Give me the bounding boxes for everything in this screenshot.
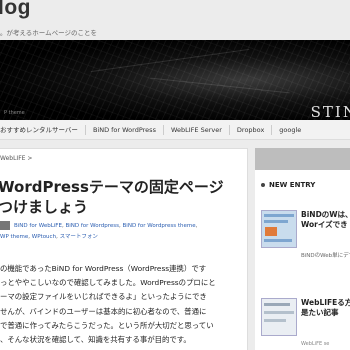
entry-date: WebLiFE se (301, 341, 330, 347)
entry-excerpt: BiNDのWeb単にデザイ (301, 253, 350, 259)
tag-link[interactable]: WPtouch (32, 234, 56, 240)
nav-item-weblife-server[interactable]: WebLIFE Server (164, 124, 230, 135)
post-tags: BiND for WebLiFE, BiND for Wordpress, Bi… (0, 223, 198, 240)
tag-link[interactable]: BiND for Wordpress theme (123, 223, 196, 229)
entry-title[interactable]: WebLIFEる方に是たい記事 (301, 298, 350, 318)
sidebar-search-bar[interactable] (255, 148, 350, 170)
breadcrumb[interactable]: WebLIFE > (0, 155, 32, 162)
nav-item-bind-wordpress[interactable]: BiND for WordPress (86, 124, 164, 135)
thumb-line (264, 319, 286, 322)
sidebar-heading-label: NEW ENTRY (269, 181, 316, 189)
site-title[interactable]: log (0, 0, 31, 20)
entry-thumbnail[interactable] (261, 298, 297, 336)
main-content: WebLIFE > WordPressテーマの固定ページ つけましょう BiND… (0, 148, 248, 350)
bullet-icon (261, 183, 265, 187)
site-header: log 。が考えるホームページのことを (0, 0, 350, 40)
banner-logo: STIN (310, 103, 350, 120)
post-body: の機能であったBiND for WordPress（WordPress連携）です… (0, 264, 216, 345)
entry-thumbnail[interactable] (261, 210, 297, 248)
tag-link[interactable]: BiND for Wordpress (65, 223, 119, 229)
site-description: 。が考えるホームページのことを (0, 29, 97, 37)
thumb-line (264, 311, 294, 314)
sidebar: NEW ENTRY BiNDのWは、Worイズでき よ BiNDのWeb単にデザ… (255, 148, 350, 350)
sidebar-entry[interactable]: WebLIFEる方に是たい記事 WebLiFE se (261, 298, 350, 350)
thumb-line (264, 239, 292, 242)
nav-item-rental-server[interactable]: おすすめレンタルサーバー (0, 124, 86, 135)
thumb-line (264, 214, 294, 217)
entry-title[interactable]: BiNDのWは、Worイズでき よ (301, 210, 350, 230)
nav-item-dropbox[interactable]: Dropbox (230, 124, 273, 135)
nav-item-google[interactable]: google (272, 125, 308, 135)
post-title: WordPressテーマの固定ページ つけましょう (0, 178, 224, 216)
thumb-block (265, 227, 277, 236)
main-nav: おすすめレンタルサーバー BiND for WordPress WebLIFE … (0, 120, 350, 140)
tag-link[interactable]: WP theme (0, 234, 28, 240)
thumb-line (264, 303, 290, 306)
tag-link[interactable]: BiND for WebLiFE (14, 223, 62, 229)
sidebar-heading: NEW ENTRY (261, 181, 315, 189)
banner-caption: P theme (4, 110, 25, 116)
header-banner: P theme STIN (0, 40, 350, 120)
sidebar-entry[interactable]: BiNDのWは、Worイズでき よ BiNDのWeb単にデザイ (261, 210, 350, 270)
tag-link[interactable]: スマートフォン (60, 234, 98, 240)
thumb-line (264, 220, 288, 223)
